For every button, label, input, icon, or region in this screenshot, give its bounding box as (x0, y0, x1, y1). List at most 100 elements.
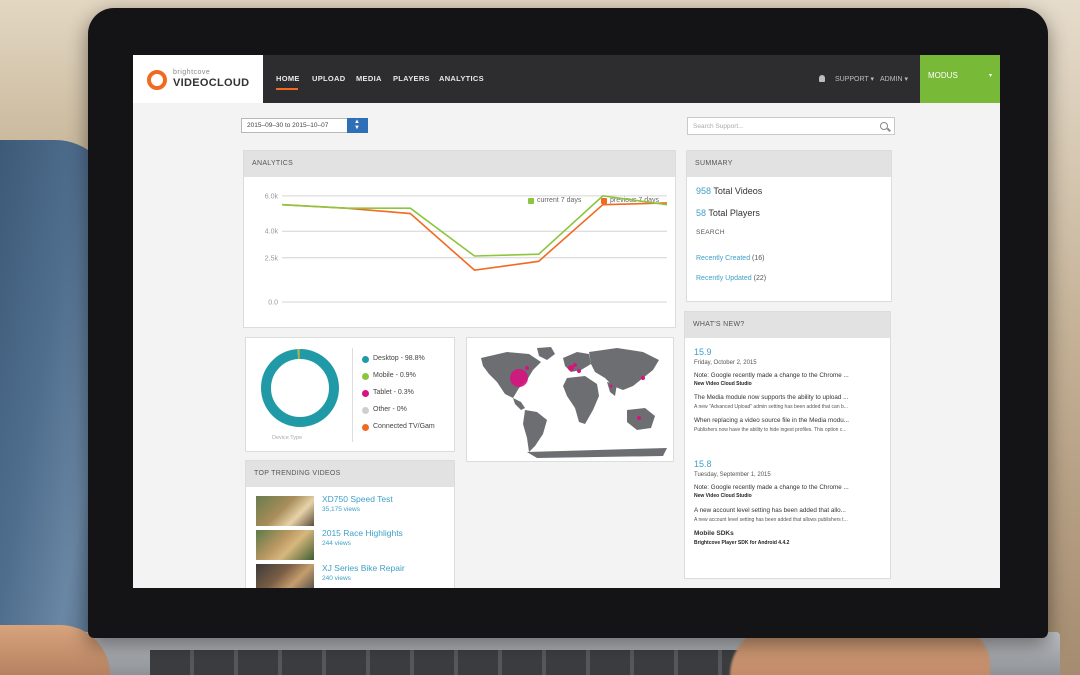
release-version[interactable]: 15.8 (694, 459, 712, 469)
map-hotspot-middle-east (609, 384, 613, 388)
map-europe (563, 352, 591, 372)
device-type-panel: Device Type Desktop - 98.8% Mobile - 0.9… (245, 337, 455, 452)
recently-created-count: (16) (752, 255, 765, 262)
video-thumbnail[interactable] (256, 564, 314, 588)
total-videos-count: 958 (696, 186, 712, 196)
map-central-america (513, 398, 525, 410)
nav-active-indicator (276, 88, 298, 90)
nav-media[interactable]: MEDIA (356, 74, 382, 83)
total-players[interactable]: 58 Total Players (696, 208, 760, 218)
world-map[interactable] (467, 338, 675, 463)
search-input[interactable]: Search Support... (693, 123, 744, 130)
trending-title: TOP TRENDING VIDEOS (254, 470, 341, 477)
summary-panel: SUMMARY 958 Total Videos 58 Total Player… (686, 150, 892, 302)
chevron-down-icon: ▾ (989, 73, 993, 79)
map-india (607, 382, 617, 396)
legend-mobile-dot (362, 373, 369, 380)
recently-updated-label: Recently Updated (696, 275, 752, 282)
legend-other-dot (362, 407, 369, 414)
legend-desktop-dot (362, 356, 369, 363)
legend-desktop-label: Desktop - 98.8% (373, 355, 425, 362)
release-version[interactable]: 15.9 (694, 347, 712, 357)
release-date: Friday, October 2, 2015 (694, 360, 757, 366)
date-range-dropdown-button[interactable]: ▲ ▼ (347, 118, 368, 133)
total-videos-label: Total Videos (713, 186, 763, 196)
release-note-sub: New Video Cloud Studio (694, 493, 752, 499)
map-hotspot-canada (525, 366, 529, 370)
map-hotspot-asia (641, 376, 645, 380)
support-search[interactable]: Search Support... (687, 117, 895, 135)
device-chart-caption: Device Type (272, 435, 303, 441)
search-icon[interactable] (880, 122, 888, 130)
brightcove-logo-icon (147, 70, 167, 90)
map-hotspot-australia (637, 416, 641, 420)
video-views: 244 views (322, 540, 351, 547)
trending-header: TOP TRENDING VIDEOS (246, 461, 454, 487)
series-line-previous-7-days (281, 202, 668, 271)
bell-icon[interactable] (819, 75, 825, 82)
map-hotspot-usa (510, 369, 528, 387)
analytics-panel: ANALYTICS current 7 days previous 7 days… (243, 150, 676, 328)
total-players-count: 58 (696, 208, 707, 218)
map-hotspot-europe (573, 363, 577, 367)
brand-logo[interactable]: brightcove VIDEOCLOUD (133, 55, 263, 103)
admin-menu[interactable]: ADMIN ▾ (880, 75, 908, 83)
summary-header: SUMMARY (687, 151, 891, 177)
laptop-screen: brightcove VIDEOCLOUD HOME UPLOAD MEDIA … (133, 55, 1000, 588)
legend-tablet-label: Tablet - 0.3% (373, 389, 414, 396)
video-thumbnail[interactable] (256, 496, 314, 526)
release-note[interactable]: When replacing a video source file in th… (694, 417, 884, 424)
recently-updated-link[interactable]: Recently Updated (22) (696, 275, 766, 282)
release-note[interactable]: Note: Google recently made a change to t… (694, 484, 884, 491)
summary-title: SUMMARY (695, 160, 733, 167)
nav-upload[interactable]: UPLOAD (312, 74, 345, 83)
total-videos[interactable]: 958 Total Videos (696, 186, 762, 196)
sdk-heading: Mobile SDKs (694, 530, 734, 537)
y-tick-label: 6.0k (265, 193, 279, 200)
map-greenland (537, 347, 555, 360)
video-title[interactable]: XD750 Speed Test (322, 494, 393, 504)
y-tick-label: 4.0k (265, 229, 279, 236)
account-name: MODUS (928, 71, 958, 80)
map-hotspot-uk (568, 365, 574, 371)
account-menu[interactable]: MODUS ▾ (920, 55, 1000, 103)
map-africa (563, 376, 599, 424)
support-menu[interactable]: SUPPORT ▾ (835, 75, 874, 83)
map-south-america (523, 410, 547, 452)
release-note[interactable]: The Media module now supports the abilit… (694, 394, 884, 401)
whats-new-header: WHAT'S NEW? (685, 312, 890, 338)
legend-other-label: Other - 0% (373, 406, 407, 413)
sdk-release-note[interactable]: Brightcove Player SDK for Android 4.4.2 (694, 540, 884, 546)
nav-analytics[interactable]: ANALYTICS (439, 74, 484, 83)
whats-new-panel: WHAT'S NEW? 15.9 Friday, October 2, 2015… (684, 311, 891, 579)
legend-connected-tv-dot (362, 424, 369, 431)
top-trending-videos-panel: TOP TRENDING VIDEOS XD750 Speed Test 35,… (245, 460, 455, 588)
y-tick-label: 2.5k (265, 255, 279, 262)
donut-slice (261, 349, 339, 427)
video-title[interactable]: 2015 Race Highlights (322, 528, 403, 538)
legend-mobile-label: Mobile - 0.9% (373, 372, 416, 379)
recently-created-link[interactable]: Recently Created (16) (696, 255, 765, 262)
video-title[interactable]: XJ Series Bike Repair (322, 563, 405, 573)
nav-home[interactable]: HOME (276, 74, 300, 83)
world-map-panel (466, 337, 674, 462)
analytics-line-chart: 6.0k 4.0k 2.5k 0.0 (265, 193, 668, 307)
release-note[interactable]: A new account level setting has been add… (694, 507, 884, 514)
map-antarctica (527, 448, 667, 458)
brand-main-text: VIDEOCLOUD (173, 77, 250, 89)
video-thumbnail[interactable] (256, 530, 314, 560)
up-down-arrows-icon: ▲ ▼ (354, 119, 360, 131)
total-players-label: Total Players (708, 208, 760, 218)
release-note-sub: New Video Cloud Studio (694, 381, 752, 387)
y-tick-label: 0.0 (268, 300, 278, 307)
release-note[interactable]: Note: Google recently made a change to t… (694, 372, 884, 379)
video-views: 240 views (322, 575, 351, 582)
nav-players[interactable]: PLAYERS (393, 74, 430, 83)
release-note-detail: A new "Advanced Upload" admin setting ha… (694, 404, 848, 410)
release-note-detail: A new account level setting has been add… (694, 517, 848, 523)
device-donut-chart (261, 349, 339, 427)
top-navigation-bar: brightcove VIDEOCLOUD HOME UPLOAD MEDIA … (133, 55, 1000, 103)
legend-connected-tv-label: Connected TV/Gam (373, 423, 435, 430)
recently-created-label: Recently Created (696, 255, 751, 262)
summary-search-heading: SEARCH (696, 229, 725, 236)
